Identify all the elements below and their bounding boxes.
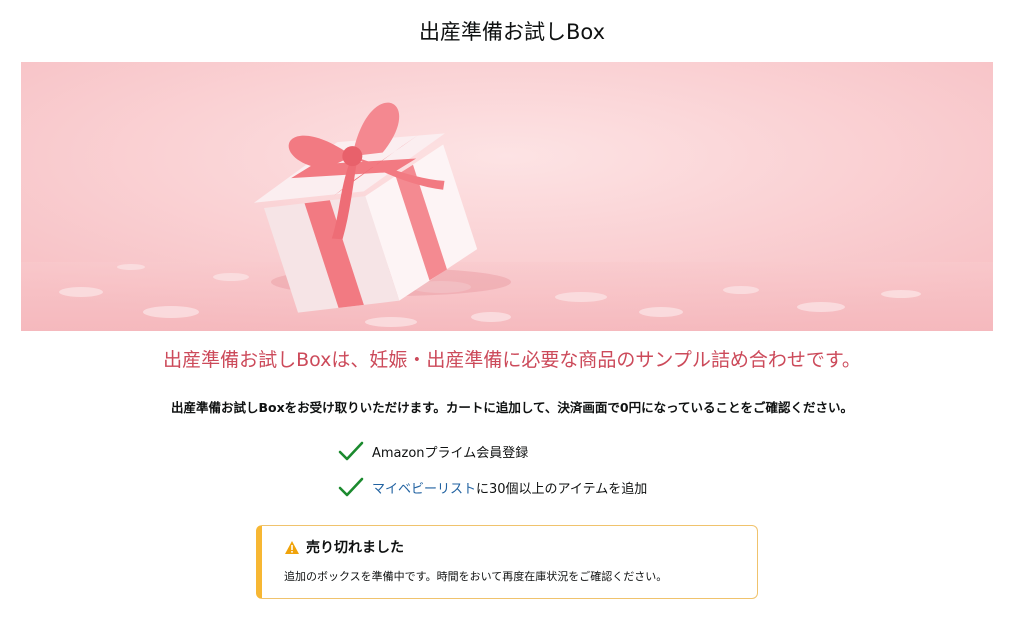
alert-header: 売り切れました	[284, 537, 404, 557]
sold-out-alert: 売り切れました 追加のボックスを準備中です。時間をおいて再度在庫状況をご確認くだ…	[256, 525, 758, 599]
check-icon	[338, 441, 364, 461]
baby-registry-link[interactable]: マイベビーリスト	[372, 478, 476, 497]
requirement-baby-registry: マイベビーリスト に30個以上のアイテムを追加	[338, 475, 647, 499]
requirement-text: Amazonプライム会員登録	[372, 445, 529, 461]
intro-subtitle: 出産準備お試しBoxは、妊娠・出産準備に必要な商品のサンプル詰め合わせです。	[163, 349, 861, 371]
alert-title: 売り切れました	[306, 540, 404, 556]
instruction-text: 出産準備お試しBoxをお受け取りいただけます。カートに追加して、決済画面で0円に…	[170, 400, 853, 415]
page-title: 出産準備お試しBox	[418, 20, 606, 44]
alert-message: 追加のボックスを準備中です。時間をおいて再度在庫状況をご確認ください。	[284, 570, 668, 583]
requirement-prime-membership: Amazonプライム会員登録	[338, 439, 528, 463]
warning-icon	[285, 540, 299, 554]
gift-box-illustration	[21, 62, 993, 331]
requirement-text: に30個以上のアイテムを追加	[476, 481, 648, 497]
check-icon	[338, 477, 364, 497]
hero-banner-image	[21, 62, 993, 331]
